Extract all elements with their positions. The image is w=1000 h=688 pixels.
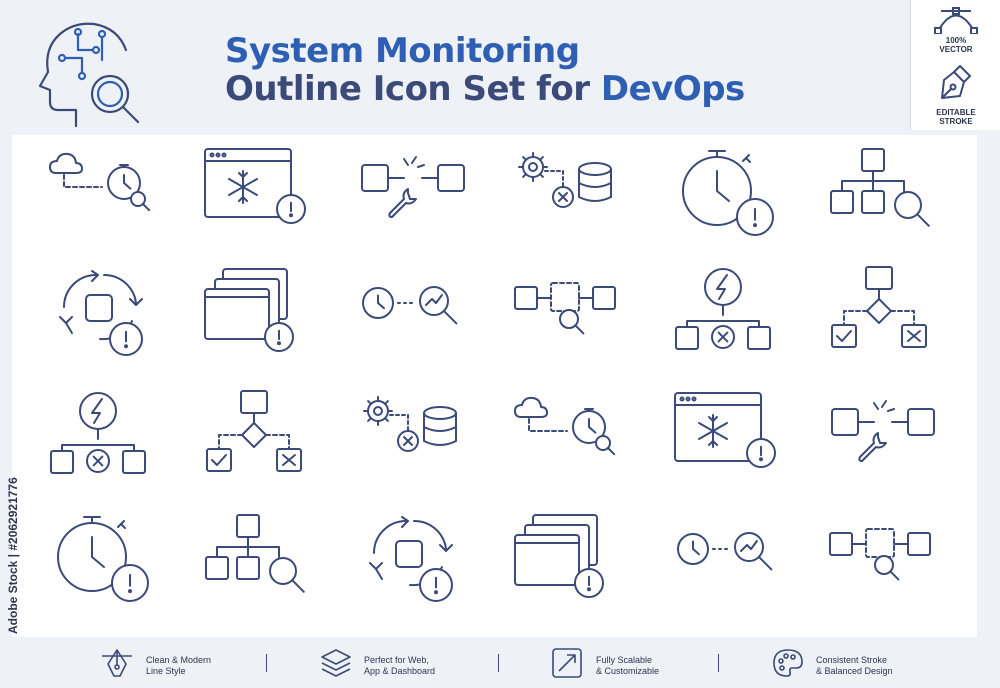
browser-freeze-alert-icon (204, 148, 306, 224)
footer-divider (498, 654, 499, 672)
cycle-alert-icon (59, 270, 143, 356)
icon-grid (12, 135, 977, 637)
feature-1-line2: Line Style (146, 666, 186, 676)
stacked-windows-alert-icon (204, 268, 294, 352)
feature-4-line2: & Balanced Design (816, 666, 893, 676)
vector-badge-label: 100% VECTOR (911, 36, 1000, 54)
node-break-wrench-icon (361, 156, 465, 218)
feature-3-text: Fully Scalable & Customizable (596, 655, 659, 677)
layers-icon (321, 649, 351, 677)
dashed-node-search-icon (829, 528, 931, 581)
icon-panel (12, 135, 977, 637)
stroke-badge-line2: STROKE (939, 117, 973, 126)
footer-divider (718, 654, 719, 672)
title-line-2: Outline Icon Set for DevOps (225, 70, 745, 108)
feature-4-line1: Consistent Stroke (816, 655, 888, 665)
scale-arrow-icon (552, 648, 582, 678)
footer-divider (266, 654, 267, 672)
stopwatch-alert-icon (682, 150, 774, 236)
decision-flow-icon (831, 266, 927, 348)
cloud-stopwatch-search-icon (514, 396, 616, 456)
page-title: System Monitoring Outline Icon Set for D… (225, 32, 745, 108)
feature-footer: Clean & Modern Line Style Perfect for Web… (0, 640, 1000, 688)
title-line-2-accent: DevOps (600, 69, 745, 109)
feature-2-line1: Perfect for Web, (364, 655, 429, 665)
feature-3-line2: & Customizable (596, 666, 660, 676)
clock-trend-search-icon (677, 532, 773, 571)
watermark-text: Adobe Stock | #2062921776 (6, 477, 20, 634)
bezier-curve-icon (934, 7, 978, 34)
hierarchy-search-icon (830, 148, 930, 227)
cloud-stopwatch-search-icon (49, 152, 151, 212)
feature-3-line1: Fully Scalable (596, 655, 653, 665)
side-badge: 100% VECTOR EDITABLE STROKE (910, 0, 1000, 130)
node-break-wrench-icon (831, 400, 935, 462)
power-flow-error-icon (675, 268, 771, 350)
clock-trend-search-icon (362, 286, 458, 325)
hierarchy-search-icon (205, 514, 305, 593)
gear-database-error-icon (518, 152, 612, 208)
pen-tool-icon (102, 649, 132, 677)
stopwatch-alert-icon (57, 516, 149, 602)
palette-icon (773, 649, 803, 677)
watermark: Adobe Stock | #2062921776 (6, 440, 20, 640)
dashed-node-search-icon (514, 282, 616, 335)
title-line-2-prefix: Outline Icon Set for (225, 69, 601, 109)
cycle-alert-icon (369, 516, 453, 602)
power-flow-error-icon (50, 392, 146, 474)
stacked-windows-alert-icon (514, 514, 604, 598)
vector-badge-line2: VECTOR (939, 45, 973, 54)
title-line-1: System Monitoring (225, 31, 580, 71)
gear-database-error-icon (363, 396, 457, 452)
feature-4-text: Consistent Stroke & Balanced Design (816, 655, 893, 677)
pen-nib-icon (941, 65, 971, 99)
decision-flow-icon (206, 390, 302, 472)
feature-1-text: Clean & Modern Line Style (146, 655, 211, 677)
feature-2-line2: App & Dashboard (364, 666, 436, 676)
stroke-badge-label: EDITABLE STROKE (911, 108, 1000, 126)
feature-2-text: Perfect for Web, App & Dashboard (364, 655, 435, 677)
vector-badge-line1: 100% (945, 36, 967, 45)
stroke-badge-line1: EDITABLE (936, 108, 976, 117)
browser-freeze-alert-icon (674, 392, 776, 468)
ai-head-search-icon (38, 22, 140, 128)
feature-1-line1: Clean & Modern (146, 655, 212, 665)
